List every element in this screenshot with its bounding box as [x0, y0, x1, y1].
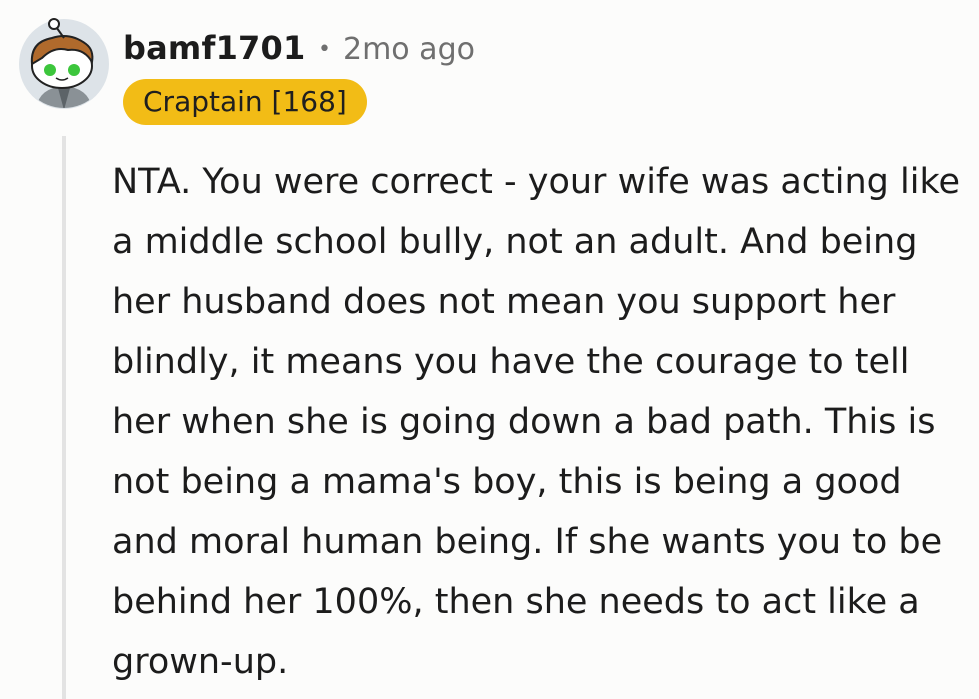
comment-timestamp[interactable]: 2mo ago [343, 32, 475, 67]
comment-meta: • 2mo ago [318, 30, 475, 70]
meta-separator: • [318, 37, 331, 62]
comment: bamf1701 • 2mo ago Craptain [168] NTA. Yo… [0, 0, 979, 699]
thread-line[interactable] [62, 136, 66, 699]
user-avatar-icon[interactable] [18, 18, 110, 110]
user-flair-badge: Craptain [168] [123, 79, 367, 125]
comment-body: NTA. You were correct - your wife was ac… [112, 162, 960, 682]
comment-author[interactable]: bamf1701 [123, 28, 305, 68]
